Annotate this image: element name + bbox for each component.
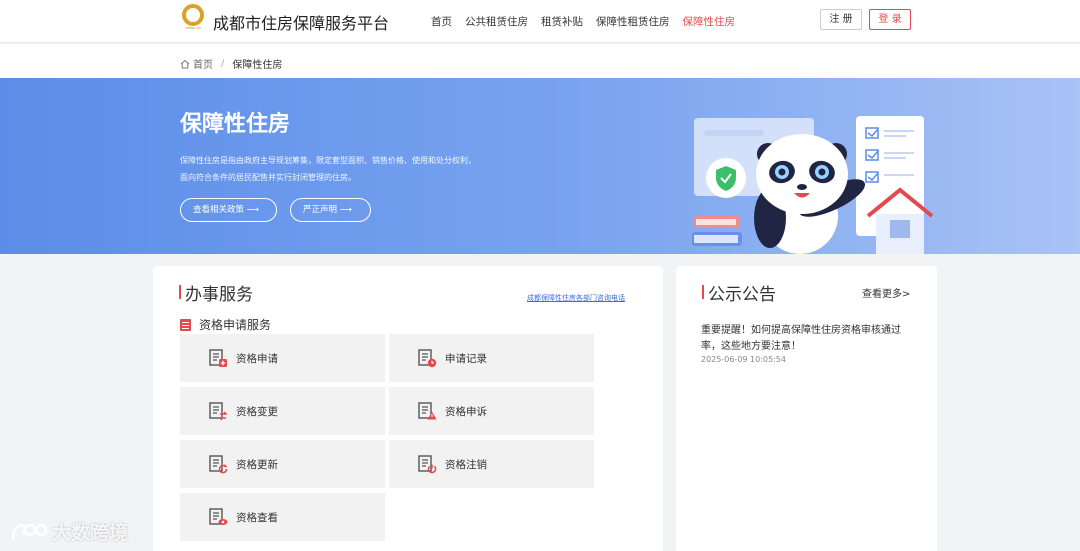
tile-qualification-view[interactable]: 资格查看 <box>180 493 385 541</box>
tile-label: 资格申请 <box>236 352 278 365</box>
nav-item-home[interactable]: 首页 <box>431 14 452 29</box>
main-nav: 首页 公共租赁住房 租赁补贴 保障性租赁住房 保障性住房 <box>431 14 748 29</box>
notice-item-title[interactable]: 重要提醒！如何提高保障性住房资格审核通过率，这些地方要注意！ <box>701 323 916 355</box>
notice-item-time: 2025-06-09 10:05:54 <box>701 355 786 364</box>
qualification-group-title: 资格申请服务 <box>199 318 272 332</box>
services-title: 办事服务 <box>179 280 253 305</box>
tile-qualification-renew[interactable]: 资格更新 <box>180 440 385 488</box>
tile-label: 资格注销 <box>445 458 487 471</box>
solemn-statement-button[interactable]: 严正声明 ⟶ <box>290 198 371 222</box>
nav-item-rent-subsidy[interactable]: 租赁补贴 <box>541 14 583 29</box>
hero-banner: 保障性住房 保障性住房是指由政府主导规划筹集，限定套型面积、销售价格、使用和处分… <box>0 78 1080 254</box>
platform-logo[interactable]: CHENG DU <box>180 4 206 34</box>
banner-description: 保障性住房是指由政府主导规划筹集，限定套型面积、销售价格、使用和处分权利， 面向… <box>180 152 476 186</box>
breadcrumb-home[interactable]: 首页 <box>193 56 213 71</box>
breadcrumb-separator: / <box>221 58 225 69</box>
form-refresh-icon <box>209 455 228 474</box>
form-power-icon <box>418 455 437 474</box>
watermark-logo-icon <box>11 523 48 539</box>
home-icon <box>180 59 190 68</box>
tile-label: 资格查看 <box>236 511 278 524</box>
form-clock-icon <box>418 349 437 368</box>
watermark-text: 大数跨境 <box>52 522 129 544</box>
tile-qualification-change[interactable]: 资格变更 <box>180 387 385 435</box>
breadcrumb: 首页 / 保障性住房 <box>0 44 1080 78</box>
panda-illustration <box>692 116 934 254</box>
nav-item-public-rental[interactable]: 公共租赁住房 <box>465 14 528 29</box>
login-button[interactable]: 登 录 <box>869 9 911 30</box>
view-more-link[interactable]: 查看更多> <box>862 285 910 300</box>
notices-title: 公示公告 <box>702 280 776 305</box>
services-card: 办事服务 成都保障性住房各部门咨询电话 资格申请服务 资格申请 申请记录 资格变… <box>153 266 663 551</box>
form-warning-icon <box>418 402 437 420</box>
notices-card: 公示公告 查看更多> 重要提醒！如何提高保障性住房资格审核通过率，这些地方要注意… <box>676 266 937 551</box>
register-button[interactable]: 注 册 <box>820 9 862 30</box>
banner-title: 保障性住房 <box>180 112 291 137</box>
breadcrumb-current: 保障性住房 <box>232 60 283 71</box>
list-icon <box>180 318 191 331</box>
logo-text: CHENG DU <box>184 26 202 30</box>
tile-application-records[interactable]: 申请记录 <box>389 334 594 382</box>
banner-desc-line-1: 保障性住房是指由政府主导规划筹集，限定套型面积、销售价格、使用和处分权利， <box>180 156 476 165</box>
tile-label: 资格申诉 <box>445 405 487 418</box>
nav-item-affordable-housing[interactable]: 保障性住房 <box>683 14 736 29</box>
nav-item-affordable-rental[interactable]: 保障性租赁住房 <box>596 14 670 29</box>
form-swap-icon <box>209 402 228 421</box>
top-header: CHENG DU 成都市住房保障服务平台 首页 公共租赁住房 租赁补贴 保障性租… <box>0 0 1080 43</box>
site-title[interactable]: 成都市住房保障服务平台 <box>213 10 389 34</box>
banner-desc-line-2: 面向符合条件的居民配售并实行封闭管理的住房。 <box>180 173 356 182</box>
tile-qualification-cancel[interactable]: 资格注销 <box>389 440 594 488</box>
form-view-icon <box>209 508 228 525</box>
form-add-icon <box>209 349 227 367</box>
view-policy-button[interactable]: 查看相关政策 ⟶ <box>180 198 277 222</box>
tile-label: 申请记录 <box>445 352 487 365</box>
tile-qualification-appeal[interactable]: 资格申诉 <box>389 387 594 435</box>
qualification-group-header: 资格申请服务 <box>180 316 271 333</box>
tile-label: 资格变更 <box>236 405 278 418</box>
tile-label: 资格更新 <box>236 458 278 471</box>
consult-phone-link[interactable]: 成都保障性住房各部门咨询电话 <box>527 293 625 303</box>
tile-qualification-apply[interactable]: 资格申请 <box>180 334 385 382</box>
watermark: 大数跨境 <box>10 518 128 545</box>
